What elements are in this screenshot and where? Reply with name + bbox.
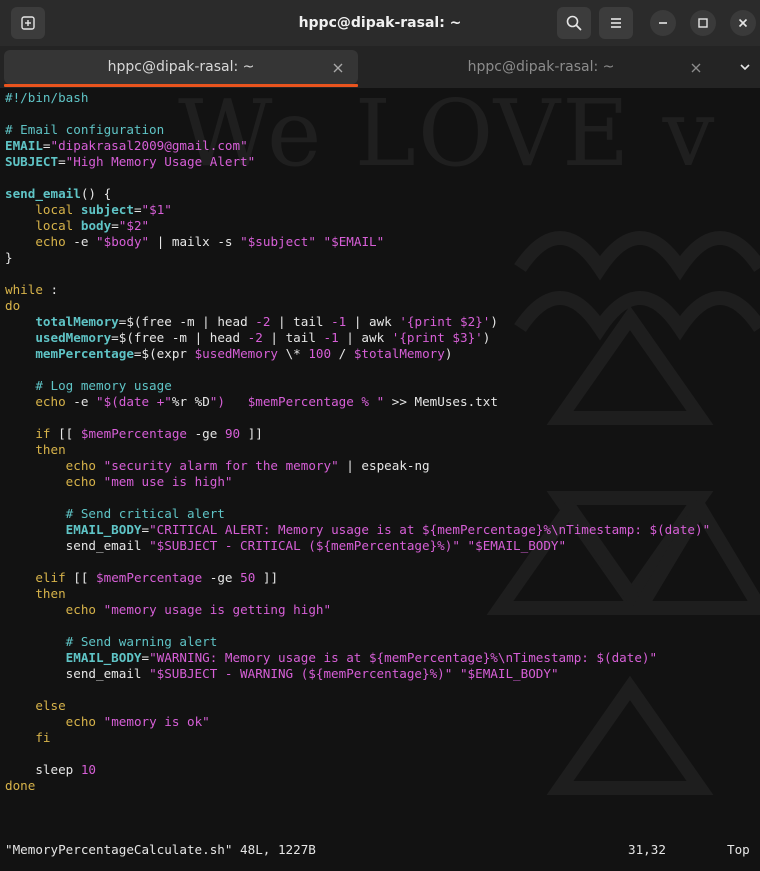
window-title: hppc@dipak-rasal: ~ [298,15,462,31]
tab-1-close-button[interactable] [330,59,346,75]
terminal-view[interactable]: We LOVE v #!/bin/bash​# Email configurat… [0,88,760,871]
code-line: echo -e "$(date +"%r %D") $memPercentage… [35,394,498,409]
status-file-info: "MemoryPercentageCalculate.sh" 48L, 1227… [5,842,316,857]
code-line: send_email "$SUBJECT - WARNING (${memPer… [5,666,559,681]
code-editor[interactable]: #!/bin/bash​# Email configurationEMAIL="… [5,90,760,794]
code-line: then [35,586,66,601]
chevron-down-icon [739,58,751,77]
code-line: # Send warning alert [5,634,218,649]
code-line: usedMemory=$(free -m | head -2 | tail -1… [35,330,491,345]
code-line: local subject="$1" [35,202,172,217]
code-line: ​ [5,170,760,186]
close-button[interactable] [730,10,756,36]
code-line: ​ [5,746,760,762]
code-line: fi [35,730,51,745]
minimize-button[interactable] [650,10,676,36]
code-line: SUBJECT="High Memory Usage Alert" [5,154,256,169]
code-line: ​ [5,682,760,698]
close-icon [737,14,749,33]
tab-2-close-button[interactable] [688,59,704,75]
code-line: totalMemory=$(free -m | head -2 | tail -… [35,314,498,329]
search-button[interactable] [557,7,591,39]
close-icon [691,58,701,77]
close-icon [333,58,343,77]
code-line: local body="$2" [35,218,150,233]
tab-2[interactable]: hppc@dipak-rasal: ~ [362,50,720,84]
code-line: } [5,250,13,265]
code-line: echo "memory usage is getting high" [65,602,332,617]
code-line: send_email() { [5,186,112,201]
code-line: else [35,698,66,713]
code-line: if [[ $memPercentage -ge 90 ]] [35,426,263,441]
code-line: echo "memory is ok" [65,714,210,729]
code-line: # Send critical alert [5,506,225,521]
minimize-icon [657,14,669,33]
code-line: EMAIL="dipakrasal2009@gmail.com" [5,138,248,153]
code-line: ​ [5,266,760,282]
status-scroll-position: Top [727,842,750,857]
code-line: ​ [5,554,760,570]
tab-1-label: hppc@dipak-rasal: ~ [107,59,255,75]
code-line: ​ [5,106,760,122]
menu-button[interactable] [599,7,633,39]
code-line: echo -e "$body" | mailx -s "$subject" "$… [35,234,385,249]
active-tab-indicator [4,84,358,87]
code-line: then [35,442,66,457]
code-line: sleep 10 [5,762,96,777]
search-icon [565,14,583,32]
maximize-button[interactable] [690,10,716,36]
code-line: EMAIL_BODY="WARNING: Memory usage is at … [65,650,658,665]
tab-1[interactable]: hppc@dipak-rasal: ~ [4,50,358,84]
tab-bar: hppc@dipak-rasal: ~ hppc@dipak-rasal: ~ [0,46,760,88]
code-line: ​ [5,362,760,378]
title-bar: hppc@dipak-rasal: ~ [0,0,760,46]
code-line: ​ [5,490,760,506]
code-line: ​ [5,618,760,634]
code-line: #!/bin/bash [5,90,89,105]
code-line: do [5,298,21,313]
code-line: done [5,778,36,793]
code-line: echo "security alarm for the memory" | e… [65,458,430,473]
vim-status-line: "MemoryPercentageCalculate.sh" 48L, 1227… [5,842,755,858]
tab-2-label: hppc@dipak-rasal: ~ [467,59,615,75]
code-line: EMAIL_BODY="CRITICAL ALERT: Memory usage… [65,522,711,537]
status-cursor-position: 31,32 [628,842,666,857]
code-line: while : [5,282,59,297]
code-line: echo "mem use is high" [65,474,233,489]
code-line: memPercentage=$(expr $usedMemory \* 100 … [35,346,453,361]
code-line: ​ [5,410,760,426]
tab-list-dropdown[interactable] [736,58,754,76]
code-line: # Log memory usage [5,378,172,393]
hamburger-menu-icon [608,15,624,31]
maximize-icon [697,14,709,33]
terminal-window: hppc@dipak-rasal: ~ hppc@dipak-rasal: ~ … [0,0,760,871]
code-line: send_email "$SUBJECT - CRITICAL (${memPe… [5,538,567,553]
code-line: elif [[ $memPercentage -ge 50 ]] [35,570,279,585]
code-line: # Email configuration [5,122,165,137]
